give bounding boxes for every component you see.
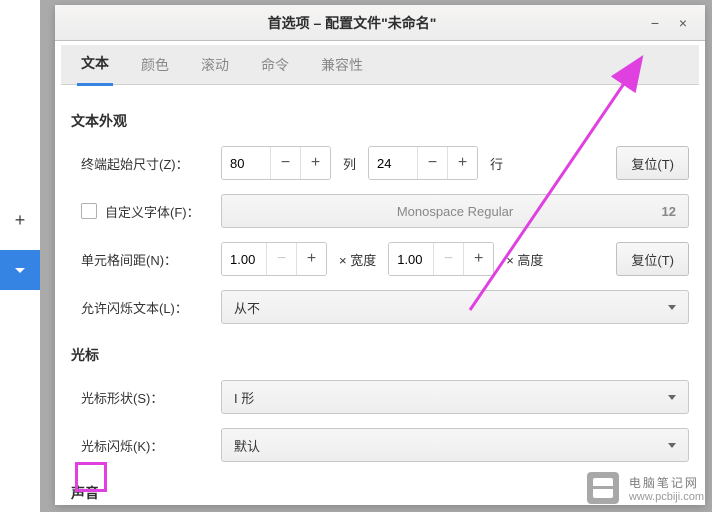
cols-spinbox: − + (221, 146, 331, 180)
cols-minus[interactable]: − (270, 147, 300, 179)
section-appearance: 文本外观 (71, 111, 689, 131)
tab-compat[interactable]: 兼容性 (317, 45, 367, 85)
custom-font-checkbox[interactable] (81, 203, 97, 219)
minimize-button[interactable]: − (641, 9, 669, 37)
label-allow-blink: 允许闪烁文本(L)： (71, 298, 221, 317)
width-scale-spinbox: − + (221, 242, 327, 276)
row-initial-size: 终端起始尺寸(Z)： − + 列 − + 行 复位(T) (71, 145, 689, 181)
height-scale-plus[interactable]: + (463, 243, 493, 275)
width-scale-plus[interactable]: + (296, 243, 326, 275)
cols-unit: 列 (343, 154, 356, 173)
app-sidebar: + (0, 0, 40, 512)
tab-color[interactable]: 颜色 (137, 45, 173, 85)
height-scale-input[interactable] (389, 243, 433, 275)
section-cursor: 光标 (71, 345, 689, 365)
close-button[interactable]: × (669, 9, 697, 37)
label-cursor-blink: 光标闪烁(K)： (71, 436, 221, 455)
row-cell-spacing: 单元格间距(N)： − + × 宽度 − + × 高度 复位(T) (71, 241, 689, 277)
width-scale-minus: − (266, 243, 296, 275)
preferences-window: 首选项 – 配置文件"未命名" − × 文本 颜色 滚动 命令 兼容性 文本外观… (55, 5, 705, 505)
window-title: 首选项 – 配置文件"未命名" (63, 13, 641, 33)
font-name: Monospace Regular (397, 204, 513, 219)
tab-scroll[interactable]: 滚动 (197, 45, 233, 85)
sidebar-add-button[interactable]: + (0, 200, 40, 240)
content-pane: 文本外观 终端起始尺寸(Z)： − + 列 − + 行 复位(T) (55, 85, 705, 505)
blink-mode-combo[interactable]: 从不 (221, 290, 689, 324)
row-allow-blink: 允许闪烁文本(L)： 从不 (71, 289, 689, 325)
tab-bar: 文本 颜色 滚动 命令 兼容性 (61, 45, 699, 85)
tab-command[interactable]: 命令 (257, 45, 293, 85)
rows-plus[interactable]: + (447, 147, 477, 179)
label-cursor-shape: 光标形状(S)： (71, 388, 221, 407)
rows-input[interactable] (369, 147, 417, 179)
label-custom-font: 自定义字体(F)： (105, 202, 200, 221)
cols-input[interactable] (222, 147, 270, 179)
watermark-text-cn: 电脑笔记网 (629, 474, 704, 491)
cursor-blink-combo[interactable]: 默认 (221, 428, 689, 462)
label-initial-size: 终端起始尺寸(Z)： (71, 154, 221, 173)
width-scale-input[interactable] (222, 243, 266, 275)
tab-text[interactable]: 文本 (77, 43, 113, 86)
height-scale-spinbox: − + (388, 242, 494, 276)
reset-spacing-button[interactable]: 复位(T) (616, 242, 689, 276)
label-cell-spacing: 单元格间距(N)： (71, 250, 221, 269)
rows-spinbox: − + (368, 146, 478, 180)
sidebar-active-item[interactable] (0, 250, 40, 290)
cursor-shape-combo[interactable]: I 形 (221, 380, 689, 414)
cols-plus[interactable]: + (300, 147, 330, 179)
row-cursor-blink: 光标闪烁(K)： 默认 (71, 427, 689, 463)
watermark-icon (587, 472, 619, 504)
titlebar: 首选项 – 配置文件"未命名" − × (55, 5, 705, 41)
row-custom-font: 自定义字体(F)： Monospace Regular 12 (71, 193, 689, 229)
height-unit: × 高度 (506, 250, 543, 269)
font-size: 12 (662, 204, 676, 219)
rows-unit: 行 (490, 154, 503, 173)
watermark-url: www.pcbiji.com (629, 491, 704, 503)
rows-minus[interactable]: − (417, 147, 447, 179)
reset-size-button[interactable]: 复位(T) (616, 146, 689, 180)
row-cursor-shape: 光标形状(S)： I 形 (71, 379, 689, 415)
height-scale-minus: − (433, 243, 463, 275)
font-chooser-button[interactable]: Monospace Regular 12 (221, 194, 689, 228)
width-unit: × 宽度 (339, 250, 376, 269)
watermark: 电脑笔记网 www.pcbiji.com (587, 472, 704, 504)
